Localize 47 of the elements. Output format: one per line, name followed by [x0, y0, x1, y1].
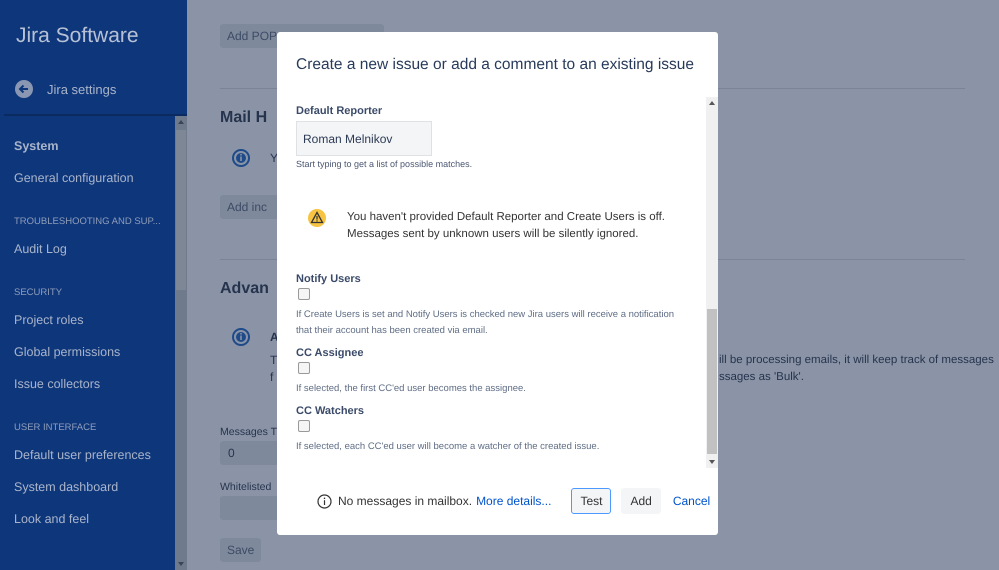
field-label: Default Reporter — [296, 105, 384, 117]
test-button[interactable]: Test — [571, 488, 612, 514]
section-title: Mail H — [220, 109, 268, 127]
back-link[interactable]: Jira settings — [15, 80, 116, 98]
field-label: Messages T — [220, 426, 277, 438]
dialog-title: Create a new issue or add a comment to an existing issue — [295, 55, 696, 75]
checkbox-label: CC Assignee — [296, 347, 364, 359]
help-text: If selected, each CC'ed user will become a watcher of the created issue. — [296, 440, 600, 454]
scrollbar[interactable] — [706, 97, 718, 468]
section-title: Advan — [220, 280, 269, 298]
checkbox-label: Notify Users — [296, 273, 362, 285]
info-icon — [232, 149, 250, 167]
checkbox[interactable] — [298, 420, 310, 432]
section-heading: SECURITY — [13, 286, 64, 300]
warning-icon — [308, 209, 326, 227]
warning-message: You haven't provided Default Reporter and Create Users is off. Messages sent by unknown users will be silently ignored. — [347, 210, 666, 242]
info-text: T — [270, 352, 278, 369]
nav-item[interactable]: General configuration — [0, 162, 148, 194]
info-icon — [317, 494, 332, 508]
input-field[interactable]: Roman Melnikov — [296, 121, 432, 156]
info-text: ssages as 'Bulk'. — [719, 370, 805, 385]
help-text: Start typing to get a list of possible matches. — [296, 159, 474, 169]
checkbox[interactable] — [298, 288, 310, 300]
details-link[interactable]: More details... — [476, 494, 552, 508]
help-text: If selected, the first CC'ed user becomes the assignee. — [296, 382, 527, 396]
info-text: ill be processing emails, it will keep track of messages — [719, 353, 995, 368]
info-text: f — [270, 369, 274, 386]
info-text: Y — [270, 151, 278, 165]
nav-item[interactable]: Audit Log — [0, 233, 81, 265]
nav-item[interactable]: Look and feel — [0, 503, 104, 535]
section-heading: TROUBLESHOOTING AND SUP... — [13, 215, 162, 229]
section-heading: USER INTERFACE — [13, 421, 98, 435]
nav-item[interactable]: Project roles — [0, 304, 98, 336]
info-icon — [232, 328, 250, 346]
add-button[interactable]: Add — [621, 488, 661, 514]
cancel-link[interactable]: Cancel — [672, 494, 710, 508]
nav-item[interactable]: Default user preferences — [0, 439, 165, 471]
nav-item[interactable]: System dashboard — [0, 471, 132, 503]
app-title: Jira Software — [15, 23, 140, 48]
checkbox[interactable] — [298, 362, 310, 374]
nav-item[interactable]: System — [0, 130, 72, 162]
help-text: If Create Users is set and Notify Users is checked new Jira users will receive a notification that their account has been created via email. — [296, 308, 676, 338]
checkbox-label: CC Watchers — [296, 405, 366, 417]
field-label: Whitelisted — [220, 481, 272, 493]
nav-item[interactable]: Global permissions — [0, 336, 134, 368]
nav-item[interactable]: Issue collectors — [0, 368, 114, 400]
status-text: No messages in mailbox. — [338, 494, 472, 508]
